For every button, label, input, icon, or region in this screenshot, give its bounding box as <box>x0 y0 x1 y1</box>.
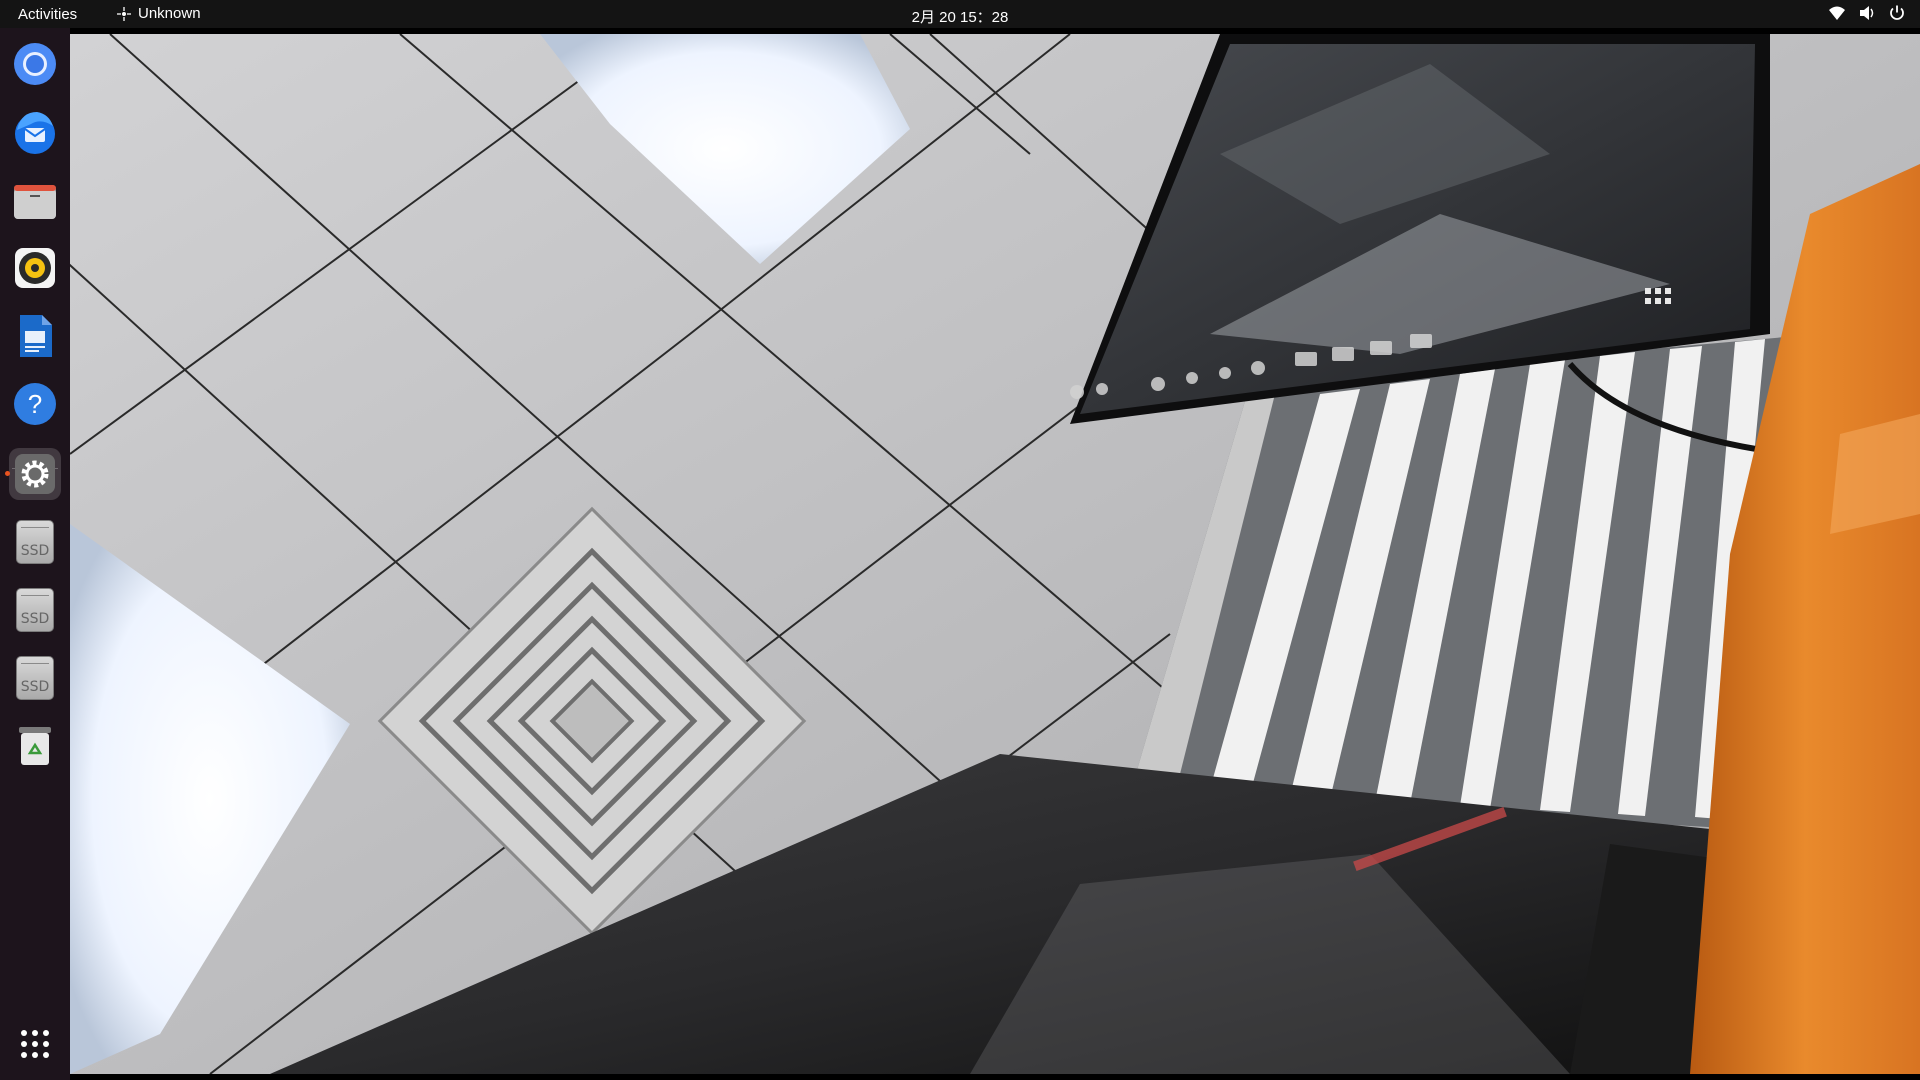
dock: ? SSD SSD SSD <box>0 28 70 1080</box>
top-bar: Activities Unknown 2月 20 15：28 <box>0 0 1920 28</box>
dock-ssd-drive-1[interactable]: SSD <box>9 516 61 568</box>
desktop-wallpaper[interactable] <box>70 34 1920 1074</box>
running-indicator <box>5 471 10 476</box>
dock-ssd-drive-2[interactable]: SSD <box>9 584 61 636</box>
clock-label: 2月 20 15：28 <box>911 9 1009 26</box>
rhythmbox-icon <box>15 248 55 288</box>
dock-chromium[interactable] <box>9 38 61 90</box>
svg-text:?: ? <box>28 389 42 419</box>
dock-files[interactable] <box>9 174 61 226</box>
ssd-drive-icon: SSD <box>16 588 54 632</box>
power-icon[interactable] <box>1888 4 1906 22</box>
dock-libreoffice-writer[interactable] <box>9 310 61 362</box>
settings-gear-icon <box>15 454 55 494</box>
system-tray[interactable] <box>1828 4 1906 22</box>
dock-ssd-drive-3[interactable]: SSD <box>9 652 61 704</box>
app-grid-icon <box>21 1030 49 1058</box>
dock-help[interactable]: ? <box>9 378 61 430</box>
writer-icon <box>20 315 52 357</box>
ssd-drive-icon: SSD <box>16 656 54 700</box>
date-time-menu[interactable]: 2月 20 15：28 <box>0 6 1920 27</box>
chromium-icon <box>14 43 56 85</box>
dock-settings[interactable] <box>5 448 61 500</box>
network-wifi-icon[interactable] <box>1828 4 1846 22</box>
dock-trash[interactable] <box>9 720 61 772</box>
files-folder-icon <box>14 185 56 219</box>
show-apps-button[interactable] <box>9 1018 61 1070</box>
volume-icon[interactable] <box>1858 4 1876 22</box>
thunderbird-icon <box>15 112 55 154</box>
dock-thunderbird[interactable] <box>9 106 61 158</box>
ssd-drive-icon: SSD <box>16 520 54 564</box>
dock-rhythmbox[interactable] <box>9 242 61 294</box>
wallpaper-photo <box>70 34 1920 1074</box>
help-icon: ? <box>14 383 56 425</box>
trash-icon <box>19 727 51 765</box>
